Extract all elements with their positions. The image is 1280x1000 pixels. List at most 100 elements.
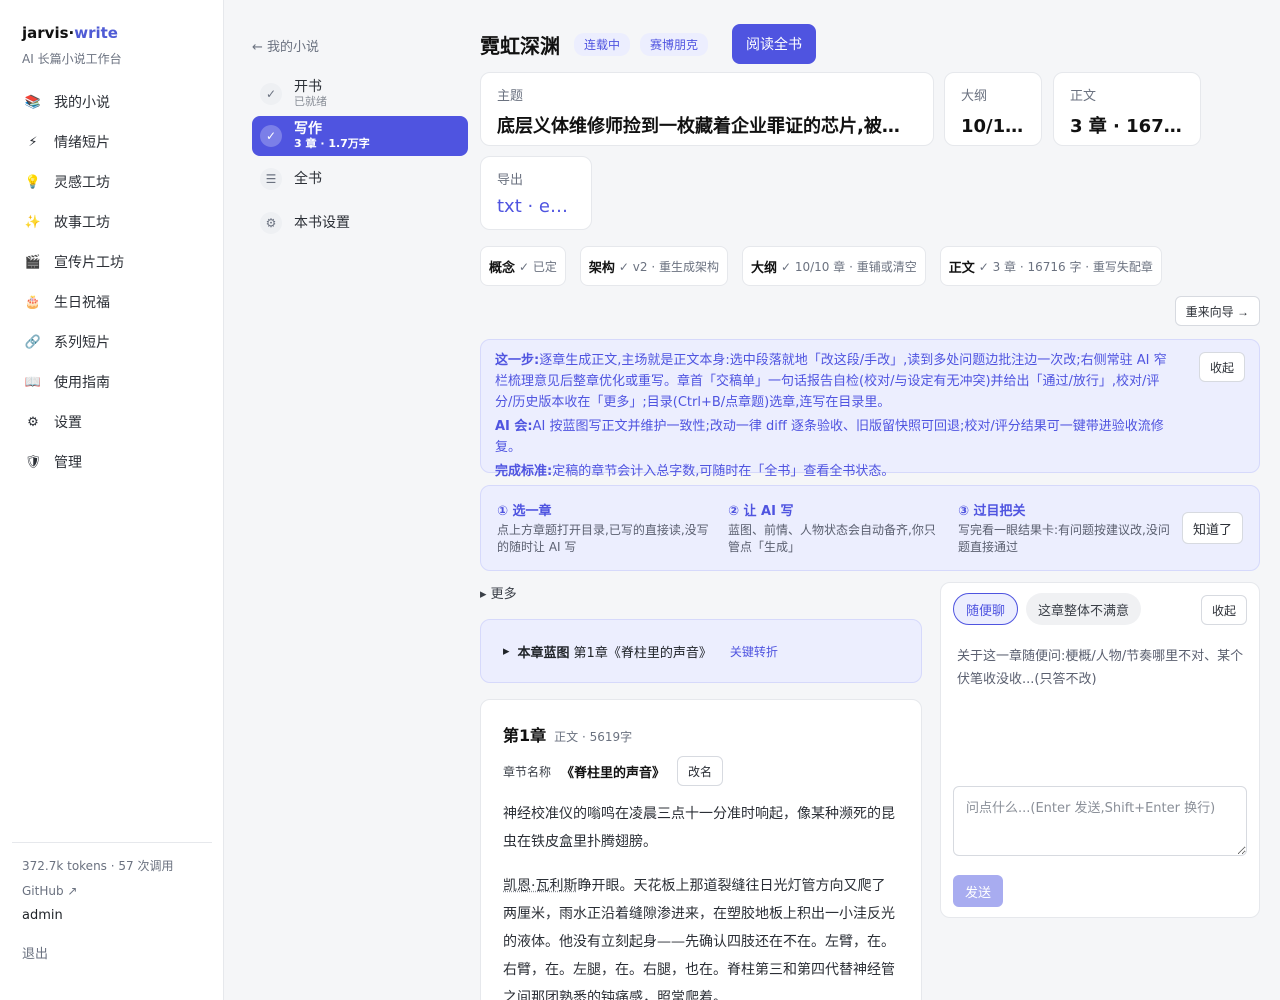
guide-desc: 点上方章题打开目录,已写的直接读,没写的随时让 AI 写 [497,523,709,554]
info-done-label: 完成标准: [495,464,553,479]
chain-icon: 🔗 [24,334,42,350]
step-book-settings[interactable]: ⚙ 本书设置 [252,202,468,244]
sidebar-item-label: 使用指南 [54,375,110,391]
got-it-button[interactable]: 知道了 [1181,512,1243,544]
paragraph[interactable]: 神经校准仪的嗡鸣在凌晨三点十一分准时响起，像某种濒死的昆虫在铁皮盒里扑腾翅膀。 [503,800,899,856]
brand-logo[interactable]: jarvis·write [22,24,118,42]
ai-chat-panel: 随便聊 这章整体不满意 收起 关于这一章随便问:梗概/人物/节奏哪里不对、某个伏… [940,582,1260,918]
blueprint-label: 本章蓝图 [517,645,570,661]
outline-card[interactable]: 大纲 10/10 章 [944,72,1042,146]
sparkle-icon: ✨ [24,214,42,230]
guide-step-3: ③ 过目把关 写完看一眼结果卡:有问题按建议改,没问题直接通过 [958,500,1172,556]
sidebar-item-9[interactable]: 🛡 管理 [12,442,212,482]
body-card[interactable]: 正文 3 章 · 16716 字 [1053,72,1201,146]
sidebar-nav: 📚 我的小说 ⚡ 情绪短片 💡 灵感工坊 ✨ 故事工坊 🎬 宣传片工坊 🎂 生日祝福 🔗 系列短片 📖 使用指… [12,82,212,482]
sidebar-item-4[interactable]: 🎬 宣传片工坊 [12,242,212,282]
token-usage: 372.7k tokens · 57 次调用 [22,859,174,873]
sidebar-item-label: 设置 [54,415,82,431]
blueprint-chapter: 第1章《脊柱里的声音》 [573,645,712,661]
book-icon: 📖 [24,374,42,390]
sidebar-item-6[interactable]: 🔗 系列短片 [12,322,212,362]
theme-card[interactable]: 主题 底层义体维修师捡到一枚藏着企业罪证的芯片,被卷入... [480,72,934,146]
paragraph[interactable]: 凯恩·瓦利斯睁开眼。天花板上那道裂缝往日光灯管方向又爬了两厘米，雨水正沿着缝隙渗… [503,872,899,1000]
status-name: 架构 [588,260,615,276]
gear-icon: ⚙ [260,212,282,234]
sidebar-item-0[interactable]: 📚 我的小说 [12,82,212,122]
rename-button[interactable]: 改名 [677,756,724,786]
card-value: 10/10 章 [961,116,1025,137]
guide-title: ③ 过目把关 [958,504,1026,519]
chat-hint: 关于这一章随便问:梗概/人物/节奏哪里不对、某个伏笔收没收...(只答不改) [957,649,1244,687]
character-name[interactable]: 凯恩·瓦利斯 [503,878,577,894]
step-info-box: 这一步:逐章生成正文,主场就是正文本身:选中段落就地「改这段/手改」,读到多处问… [480,339,1260,479]
brand-name-prefix: jarvis· [22,24,75,42]
lightbulb-icon: 💡 [24,174,42,190]
brand-subtitle: AI 长篇小说工作台 [22,52,122,66]
export-card[interactable]: 导出 txt · epub [480,156,592,230]
info-step-label: 这一步: [495,353,540,368]
guide-step-2: ② 让 AI 写 蓝图、前情、人物状态会自动备齐,你只管点「生成」 [728,500,942,556]
sidebar-item-7[interactable]: 📖 使用指南 [12,362,212,402]
sidebar-item-1[interactable]: ⚡ 情绪短片 [12,122,212,162]
info-collapse-button[interactable]: 收起 [1198,352,1245,382]
chapter-body[interactable]: 神经校准仪的嗡鸣在凌晨三点十一分准时响起，像某种濒死的昆虫在铁皮盒里扑腾翅膀。 … [503,800,899,1000]
chat-collapse-button[interactable]: 收起 [1200,595,1247,625]
export-formats-link[interactable]: txt · epub [497,196,575,217]
card-value: 底层义体维修师捡到一枚藏着企业罪证的芯片,被卷入... [497,116,917,137]
step-subtitle: 已就绪 [294,95,327,108]
tab-free-chat[interactable]: 随便聊 [953,593,1019,625]
status-detail: ✓ v2 · 重生成架构 [618,259,719,274]
cake-icon: 🎂 [24,294,42,310]
stack-icon: ☰ [260,168,282,190]
guide-title: ① 选一章 [497,504,552,519]
info-ai-label: AI 会: [495,419,533,434]
chat-input[interactable] [953,786,1247,856]
sidebar-item-label: 我的小说 [54,95,110,111]
genre-badge: 赛博朋克 [640,32,709,56]
sidebar-item-8[interactable]: ⚙ 设置 [12,402,212,442]
books-icon: 📚 [24,94,42,110]
send-button[interactable]: 发送 [953,875,1004,907]
sidebar-item-5[interactable]: 🎂 生日祝福 [12,282,212,322]
status-detail: ✓ 已定 [519,259,557,274]
status-badge: 连载中 [574,32,631,56]
caret-right-icon: ▸ [503,643,510,659]
clapperboard-icon: 🎬 [24,254,42,270]
step-open-book[interactable]: ✓ 开书 已就绪 [252,74,468,114]
sidebar-item-2[interactable]: 💡 灵感工坊 [12,162,212,202]
more-toggle[interactable]: ▸ 更多 [480,583,517,602]
shield-icon: 🛡 [24,454,42,470]
logout-link[interactable]: 退出 [22,943,202,962]
sidebar-item-3[interactable]: ✨ 故事工坊 [12,202,212,242]
brand-name-accent: write [74,24,118,42]
sidebar-item-label: 灵感工坊 [54,175,110,191]
read-all-button[interactable]: 阅读全书 [732,24,817,64]
chapter-blueprint-toggle[interactable]: ▸ 本章蓝图 第1章《脊柱里的声音》 关键转折 [480,619,922,683]
title-row: 霓虹深渊 连载中 赛博朋克 阅读全书 [480,24,1260,64]
status-name: 概念 [489,260,516,276]
status-architecture[interactable]: 架构 ✓ v2 · 重生成架构 [579,246,728,286]
step-full-book[interactable]: ☰ 全书 [252,158,468,200]
info-ai-text: AI 按蓝图写正文并维护一致性;改动一律 diff 逐条验收、旧版留快照可回退;… [495,419,1164,455]
status-name: 正文 [948,260,975,276]
book-title: 霓虹深渊 [480,33,560,58]
card-label: 主题 [497,89,524,104]
redo-wizard-button[interactable]: 重来向导 → [1174,296,1260,326]
sidebar-footer: 372.7k tokens · 57 次调用 GitHub ↗ admin 退出 [12,842,212,962]
chapter-title[interactable]: 第1章 [503,722,546,746]
back-link[interactable]: ← 我的小说 [252,36,468,56]
main-content: 霓虹深渊 连载中 赛博朋克 阅读全书 主题 底层义体维修师捡到一枚藏着企业罪证的… [480,24,1260,1000]
chapter-card: 第1章 正文 · 5619字 章节名称 《脊柱里的声音》 改名 神经校准仪的嗡鸣… [480,699,922,1000]
chapter-name: 《脊柱里的声音》 [561,765,666,781]
status-body[interactable]: 正文 ✓ 3 章 · 16716 字 · 重写失配章 [939,246,1162,286]
card-value: 3 章 · 16716 字 [1070,116,1184,137]
chapter-meta: 正文 · 5619字 [554,730,633,744]
github-link[interactable]: GitHub ↗ [22,884,202,898]
step-writing[interactable]: ✓ 写作 3 章 · 1.7万字 [252,116,468,156]
status-concept[interactable]: 概念 ✓ 已定 [480,246,566,286]
tab-chapter-unhappy[interactable]: 这章整体不满意 [1026,593,1142,625]
step-title: 写作 [294,121,322,137]
sidebar-item-label: 故事工坊 [54,215,110,231]
status-outline[interactable]: 大纲 ✓ 10/10 章 · 重铺或清空 [741,246,926,286]
guide-box: ① 选一章 点上方章题打开目录,已写的直接读,没写的随时让 AI 写 ② 让 A… [480,485,1260,571]
